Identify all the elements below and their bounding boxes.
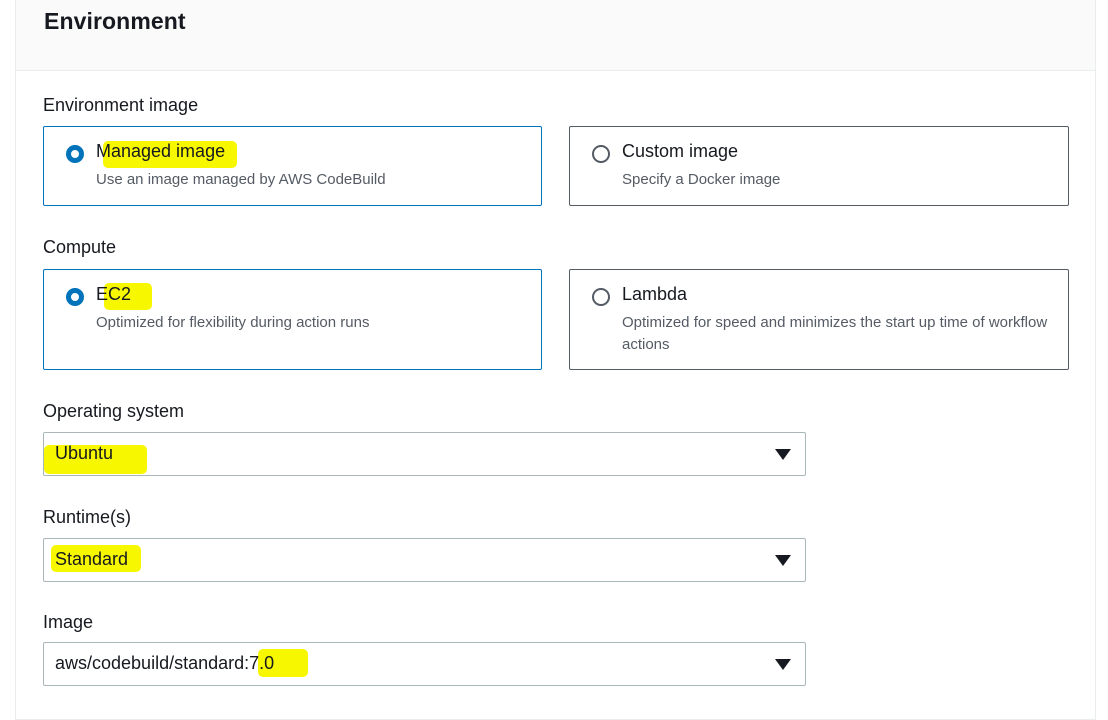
tile-managed-image[interactable]: Managed image Use an image managed by AW… xyxy=(43,126,542,206)
radio-button-icon[interactable] xyxy=(592,145,610,163)
select-value: aws/codebuild/standard:7.0 xyxy=(55,653,275,673)
compute-label: Compute xyxy=(43,237,117,257)
tile-description: Specify a Docker image xyxy=(622,171,781,188)
operating-system-label: Operating system xyxy=(43,401,185,421)
tile-title: EC2 xyxy=(96,284,132,304)
radio-button-icon[interactable] xyxy=(592,288,610,306)
runtime-label: Runtime(s) xyxy=(43,507,132,527)
tile-ec2[interactable]: EC2 Optimized for flexibility during act… xyxy=(43,269,542,370)
tile-description: Use an image managed by AWS CodeBuild xyxy=(96,171,386,188)
caret-down-icon[interactable] xyxy=(775,659,791,670)
panel-title: Environment xyxy=(44,8,186,34)
runtime-select[interactable]: Standard xyxy=(43,538,806,582)
radio-button-icon[interactable] xyxy=(66,145,84,163)
operating-system-select[interactable]: Ubuntu xyxy=(43,432,806,476)
radio-button-icon[interactable] xyxy=(66,288,84,306)
tile-lambda[interactable]: Lambda Optimized for speed and minimizes… xyxy=(569,269,1069,370)
select-value: Standard xyxy=(55,549,129,569)
tile-title: Lambda xyxy=(622,284,688,304)
select-value: Ubuntu xyxy=(55,443,114,463)
image-select[interactable]: aws/codebuild/standard:7.0 xyxy=(43,642,806,686)
caret-down-icon[interactable] xyxy=(775,449,791,460)
panel-header: Environment xyxy=(16,0,1095,71)
tile-description: Optimized for flexibility during action … xyxy=(96,314,370,331)
image-label: Image xyxy=(43,612,94,632)
tile-custom-image[interactable]: Custom image Specify a Docker image xyxy=(569,126,1069,206)
tile-title: Managed image xyxy=(96,141,226,161)
environment-image-label: Environment image xyxy=(43,95,199,115)
tile-title: Custom image xyxy=(622,141,739,161)
tile-description: Optimized for speed and minimizes the st… xyxy=(622,314,1048,353)
caret-down-icon[interactable] xyxy=(775,555,791,566)
